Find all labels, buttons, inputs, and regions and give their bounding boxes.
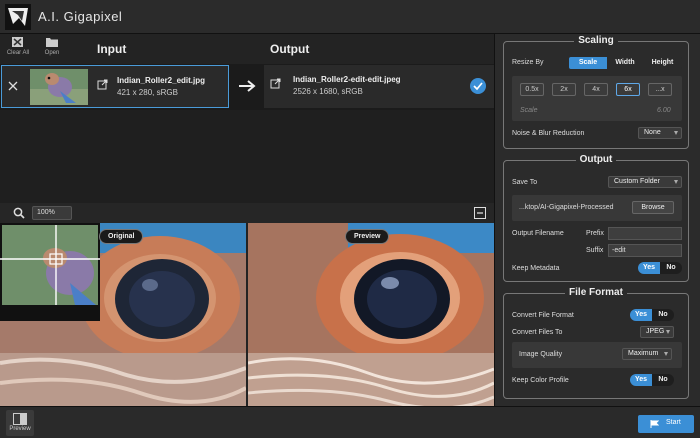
file-list-empty-area [0,110,494,203]
image-quality-value: Maximum [628,350,659,357]
suffix-input[interactable]: -edit [608,244,682,257]
output-column-header: Output [270,42,310,56]
output-file-card[interactable]: Indian_Roller2-edit-edit.jpeg 2526 x 168… [264,65,494,108]
mode-scale[interactable]: Scale [569,57,607,69]
output-file-meta: 2526 x 1680, sRGB [293,87,363,96]
clear-all-icon [12,37,23,47]
save-to-select[interactable]: Custom Folder [608,176,682,188]
preview-button[interactable]: Preview [6,410,34,436]
resize-by-label: Resize By [512,59,544,66]
color-profile-yes[interactable]: Yes [630,374,652,386]
keep-color-profile-toggle[interactable]: Yes No [630,374,674,386]
path-box: ...ktop/AI-Gigapixel-Processed Browse [512,195,682,221]
convert-format-toggle[interactable]: Yes No [630,309,674,321]
scale-options-box: 0.5x 2x 4x 6x ...x Scale 6.00 [512,76,682,121]
title-bar: A.I. Gigapixel [0,0,700,34]
main-area: Clear All Open Input Output Indian_Rolle… [0,34,494,406]
browse-button[interactable]: Browse [632,201,674,214]
noise-reduction-select[interactable]: None [638,127,682,139]
scale-label: Scale [520,107,538,114]
zoom-icon[interactable] [13,207,25,219]
output-title: Output [575,154,617,165]
convert-to-label: Convert Files To [512,329,563,336]
quality-box: Image Quality Maximum [512,342,682,368]
scale-value[interactable]: 6.00 [657,107,671,114]
output-filename-label: Output Filename [512,230,564,237]
output-file-name: Indian_Roller2-edit-edit.jpeg [293,75,401,84]
resize-mode-toggle[interactable]: Scale Width Height [569,57,682,69]
start-button-label: Start [666,419,681,426]
convert-format-label: Convert File Format [512,312,574,319]
output-path: ...ktop/AI-Gigapixel-Processed [519,204,614,211]
multiplier-0-5x[interactable]: 0.5x [520,83,544,96]
multiplier-custom[interactable]: ...x [648,83,672,96]
multiplier-4x[interactable]: 4x [584,83,608,96]
folder-icon [46,38,58,47]
input-thumbnail [30,69,88,105]
save-to-value: Custom Folder [614,178,660,185]
app-logo-icon [5,4,31,30]
input-file-meta: 421 x 280, sRGB [117,88,178,97]
file-format-panel: File Format Convert File Format Yes No C… [503,287,689,399]
original-label: Original [99,229,144,244]
open-button[interactable]: Open [36,36,68,56]
metadata-yes[interactable]: Yes [638,262,660,274]
open-output-icon[interactable] [270,78,281,89]
image-quality-label: Image Quality [519,351,563,358]
scaling-title: Scaling [574,35,618,46]
color-profile-no[interactable]: No [652,374,674,386]
start-button[interactable]: Start [638,415,694,433]
keep-metadata-label: Keep Metadata [512,265,560,272]
input-file-card[interactable]: Indian_Roller2_edit.jpg 421 x 280, sRGB [1,65,229,108]
open-external-icon[interactable] [97,79,108,90]
keep-color-profile-label: Keep Color Profile [512,377,569,384]
convert-to-value: JPEG [646,328,665,335]
metadata-no[interactable]: No [660,262,682,274]
mode-width[interactable]: Width [607,57,643,69]
convert-yes[interactable]: Yes [630,309,652,321]
save-to-label: Save To [512,179,538,186]
input-file-name: Indian_Roller2_edit.jpg [117,76,206,85]
multiplier-6x[interactable]: 6x [616,83,640,96]
clear-all-button[interactable]: Clear All [2,36,34,56]
arrow-right-icon [239,80,256,92]
preview-button-label: Preview [9,426,31,432]
original-pane[interactable]: Original [0,223,246,406]
app-title: A.I. Gigapixel [38,9,123,24]
collapse-icon[interactable] [474,207,486,219]
image-quality-select[interactable]: Maximum [622,348,672,360]
convert-to-select[interactable]: JPEG [640,326,674,338]
multiplier-2x[interactable]: 2x [552,83,576,96]
zoom-bar: 100% [0,203,494,223]
image-preview[interactable]: Original Preview [0,223,494,406]
open-label: Open [44,50,60,56]
file-format-title: File Format [565,287,627,298]
input-column-header: Input [97,42,127,56]
output-panel: Output Save To Custom Folder ...ktop/AI-… [503,154,689,282]
file-row[interactable]: Indian_Roller2_edit.jpg 421 x 280, sRGB … [0,64,494,110]
noise-reduction-label: Noise & Blur Reduction [512,130,585,137]
split-preview-icon [13,413,27,425]
bottom-bar: Preview Start [0,406,700,438]
zoom-value: 100% [37,209,55,216]
scaling-panel: Scaling Resize By Scale Width Height 0.5… [503,35,689,149]
clear-all-label: Clear All [6,50,30,56]
settings-sidebar: Scaling Resize By Scale Width Height 0.5… [494,34,700,406]
zoom-select[interactable]: 100% [32,206,72,220]
prefix-label: Prefix [586,230,604,237]
preview-pane[interactable]: Preview [248,223,494,406]
check-circle-icon [470,78,486,94]
suffix-label: Suffix [586,247,604,254]
preview-label: Preview [345,229,390,244]
convert-no[interactable]: No [652,309,674,321]
flag-icon [650,420,659,428]
noise-reduction-value: None [644,129,661,136]
mode-height[interactable]: Height [643,57,682,69]
keep-metadata-toggle[interactable]: Yes No [638,262,682,274]
file-toolbar: Clear All Open Input Output [0,34,494,64]
navigator-thumbnail[interactable] [0,223,100,321]
prefix-input[interactable] [608,227,682,240]
preview-image [248,223,494,406]
remove-file-icon[interactable] [8,81,18,91]
